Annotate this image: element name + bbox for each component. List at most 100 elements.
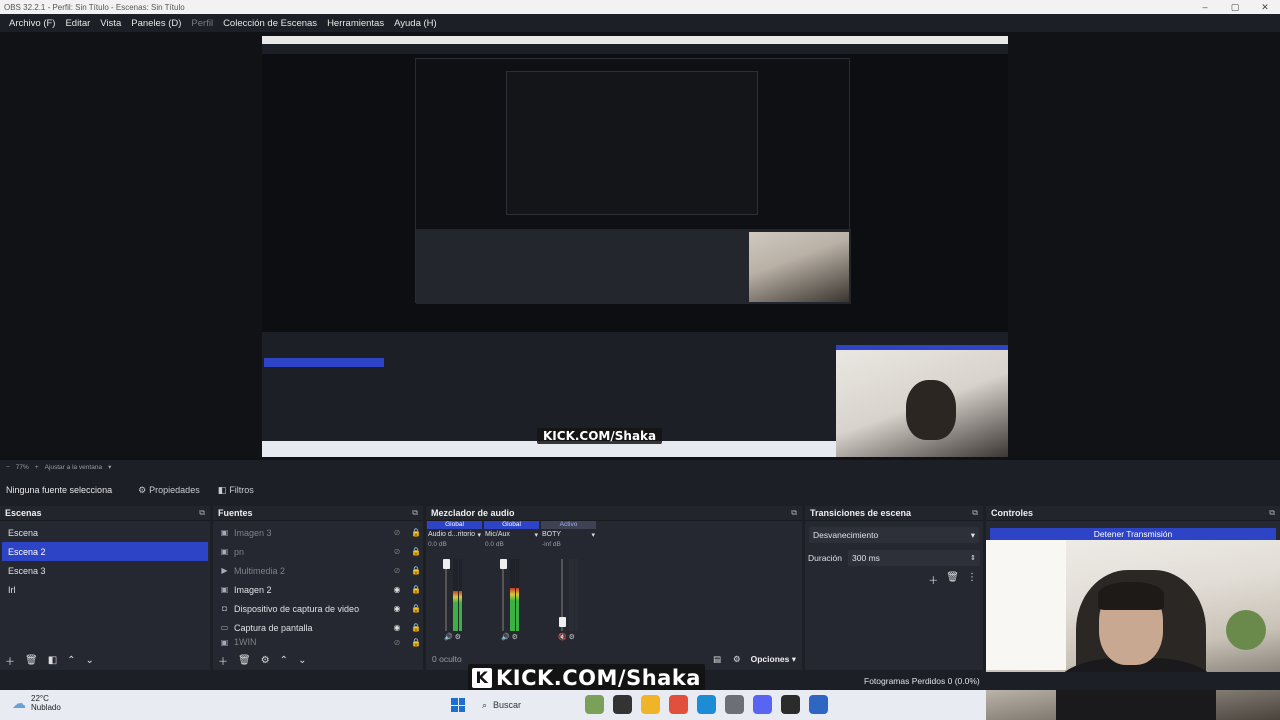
source-item[interactable]: ▶ Multimedia 2 ⊘ 🔒 xyxy=(213,561,423,580)
scene-item[interactable]: Irl xyxy=(2,580,208,599)
source-item[interactable]: ▣ Imagen 3 ⊘ 🔒 xyxy=(213,523,423,542)
app-icon[interactable] xyxy=(809,695,828,714)
eye-icon[interactable]: ◉ xyxy=(390,604,404,613)
windows-start-icon[interactable] xyxy=(451,698,465,712)
trash-icon[interactable]: 🗑 xyxy=(25,655,38,666)
eye-hidden-icon[interactable]: ⊘ xyxy=(390,566,404,575)
chevron-down-icon[interactable]: ⌄ xyxy=(86,655,94,666)
zoom-out-button[interactable]: − xyxy=(6,464,10,471)
add-icon[interactable]: ＋ xyxy=(218,653,228,668)
undock-icon[interactable]: ⧉ xyxy=(199,508,205,518)
properties-button[interactable]: ⚙ Propiedades xyxy=(138,485,200,496)
spinner-icon[interactable]: ⇕ xyxy=(970,554,976,562)
trash-icon[interactable]: 🗑 xyxy=(946,572,959,587)
slider-knob[interactable] xyxy=(443,559,450,569)
lock-icon[interactable]: 🔒 xyxy=(409,547,423,556)
mixer-options-button[interactable]: Opciones ▾ xyxy=(751,654,796,665)
trash-icon[interactable]: 🗑 xyxy=(238,655,251,666)
discord-icon[interactable] xyxy=(753,695,772,714)
lock-icon[interactable]: 🔒 xyxy=(409,585,423,594)
chevron-down-icon[interactable]: ⌄ xyxy=(298,655,306,666)
menu-file[interactable]: Archivo (F) xyxy=(4,18,60,29)
menu-help[interactable]: Ayuda (H) xyxy=(389,18,442,29)
eye-icon[interactable]: ◉ xyxy=(390,623,404,632)
channel-name-row[interactable]: Mic/Aux ▾ xyxy=(483,529,540,541)
speaker-icon[interactable]: 🔊 xyxy=(501,634,510,641)
layout-icon[interactable]: ▤ xyxy=(713,654,721,665)
scene-item-selected[interactable]: Escena 2 xyxy=(2,542,208,561)
chevron-up-icon[interactable]: ⌃ xyxy=(67,655,75,666)
edge-icon[interactable] xyxy=(697,695,716,714)
add-icon[interactable]: ＋ xyxy=(5,653,15,668)
program-preview[interactable]: KICK.COM/Shaka xyxy=(262,36,1008,457)
volume-slider[interactable] xyxy=(443,559,450,631)
eye-icon[interactable]: ◉ xyxy=(390,585,404,594)
speaker-muted-icon[interactable]: 🔇 xyxy=(558,634,567,641)
chevron-up-icon[interactable]: ⌃ xyxy=(280,655,288,666)
maximize-button[interactable]: ▢ xyxy=(1220,2,1250,13)
channel-name-row[interactable]: BOTY ▾ xyxy=(540,529,597,541)
menu-view[interactable]: Vista xyxy=(95,18,126,29)
eye-hidden-icon[interactable]: ⊘ xyxy=(390,528,404,537)
undock-icon[interactable]: ⧉ xyxy=(972,508,978,518)
chevron-down-icon[interactable]: ▾ xyxy=(477,531,481,539)
speaker-icon[interactable]: 🔊 xyxy=(444,634,453,641)
scene-item[interactable]: Escena 3 xyxy=(2,561,208,580)
close-button[interactable]: ✕ xyxy=(1250,2,1280,13)
lock-icon[interactable]: 🔒 xyxy=(409,623,423,632)
zoom-in-button[interactable]: + xyxy=(35,464,39,471)
taskbar-search[interactable]: ⌕ Buscar xyxy=(478,696,578,714)
chevron-down-icon[interactable]: ▾ xyxy=(534,531,538,539)
chevron-down-icon[interactable]: ▾ xyxy=(591,531,595,539)
slider-knob[interactable] xyxy=(500,559,507,569)
scene-item[interactable]: Escena xyxy=(2,523,208,542)
more-icon[interactable]: ⋮ xyxy=(967,572,977,587)
filters-button[interactable]: ◧ Filtros xyxy=(218,485,254,496)
eye-hidden-icon[interactable]: ⊘ xyxy=(390,547,404,556)
source-item[interactable]: ▣ Imagen 2 ◉ 🔒 xyxy=(213,580,423,599)
volume-slider[interactable] xyxy=(559,559,566,631)
gear-icon[interactable]: ⚙ xyxy=(261,655,270,666)
duration-input[interactable]: 300 ms ⇕ xyxy=(848,550,980,566)
lock-icon[interactable]: 🔒 xyxy=(409,604,423,613)
add-icon[interactable]: ＋ xyxy=(928,572,938,587)
taskview-icon[interactable] xyxy=(613,695,632,714)
source-item[interactable]: ▣ 1WIN ⊘ 🔒 xyxy=(213,637,423,647)
preview-area[interactable]: KICK.COM/Shaka xyxy=(0,32,1280,460)
folder-icon[interactable] xyxy=(641,695,660,714)
obs-icon[interactable] xyxy=(781,695,800,714)
channel-db: 0.0 dB xyxy=(428,541,447,548)
menu-edit[interactable]: Editar xyxy=(60,18,95,29)
undock-icon[interactable]: ⧉ xyxy=(412,508,418,518)
weather-widget[interactable]: ☁ 22°C Nublado xyxy=(12,694,61,712)
eye-hidden-icon[interactable]: ⊘ xyxy=(390,638,404,647)
menu-tools[interactable]: Herramientas xyxy=(322,18,389,29)
undock-icon[interactable]: ⧉ xyxy=(791,508,797,518)
widgets-icon[interactable] xyxy=(585,695,604,714)
sources-list: ▣ Imagen 3 ⊘ 🔒 ▣ pn ⊘ 🔒 ▶ Multimedia 2 ⊘… xyxy=(213,521,423,648)
zoom-fit-select[interactable]: Ajustar a la ventana xyxy=(45,464,102,471)
menu-profile[interactable]: Perfil xyxy=(186,18,218,29)
slider-knob[interactable] xyxy=(559,617,566,627)
minimize-button[interactable]: – xyxy=(1190,2,1220,12)
lock-icon[interactable]: 🔒 xyxy=(409,566,423,575)
gear-icon[interactable]: ⚙ xyxy=(569,634,575,641)
source-item[interactable]: ▭ Captura de pantalla ◉ 🔒 xyxy=(213,618,423,637)
filter-icon[interactable]: ◧ xyxy=(48,655,57,666)
undock-icon[interactable]: ⧉ xyxy=(1269,508,1275,518)
gear-icon[interactable]: ⚙ xyxy=(455,634,461,641)
menu-scene-collection[interactable]: Colección de Escenas xyxy=(218,18,322,29)
gear-icon[interactable]: ⚙ xyxy=(512,634,518,641)
source-item[interactable]: ◘ Dispositivo de captura de video ◉ 🔒 xyxy=(213,599,423,618)
source-item[interactable]: ▣ pn ⊘ 🔒 xyxy=(213,542,423,561)
channel-name-row[interactable]: Audio d...ritorio ▾ xyxy=(426,529,483,541)
store-icon[interactable] xyxy=(669,695,688,714)
lock-icon[interactable]: 🔒 xyxy=(409,528,423,537)
mixer-gear-icon[interactable]: ⚙ xyxy=(733,654,741,665)
lock-icon[interactable]: 🔒 xyxy=(409,638,423,647)
chevron-down-icon[interactable]: ▾ xyxy=(108,463,111,471)
transition-select[interactable]: Desvanecimiento ▾ xyxy=(809,527,979,543)
volume-slider[interactable] xyxy=(500,559,507,631)
settings-icon[interactable] xyxy=(725,695,744,714)
menu-docks[interactable]: Paneles (D) xyxy=(126,18,186,29)
